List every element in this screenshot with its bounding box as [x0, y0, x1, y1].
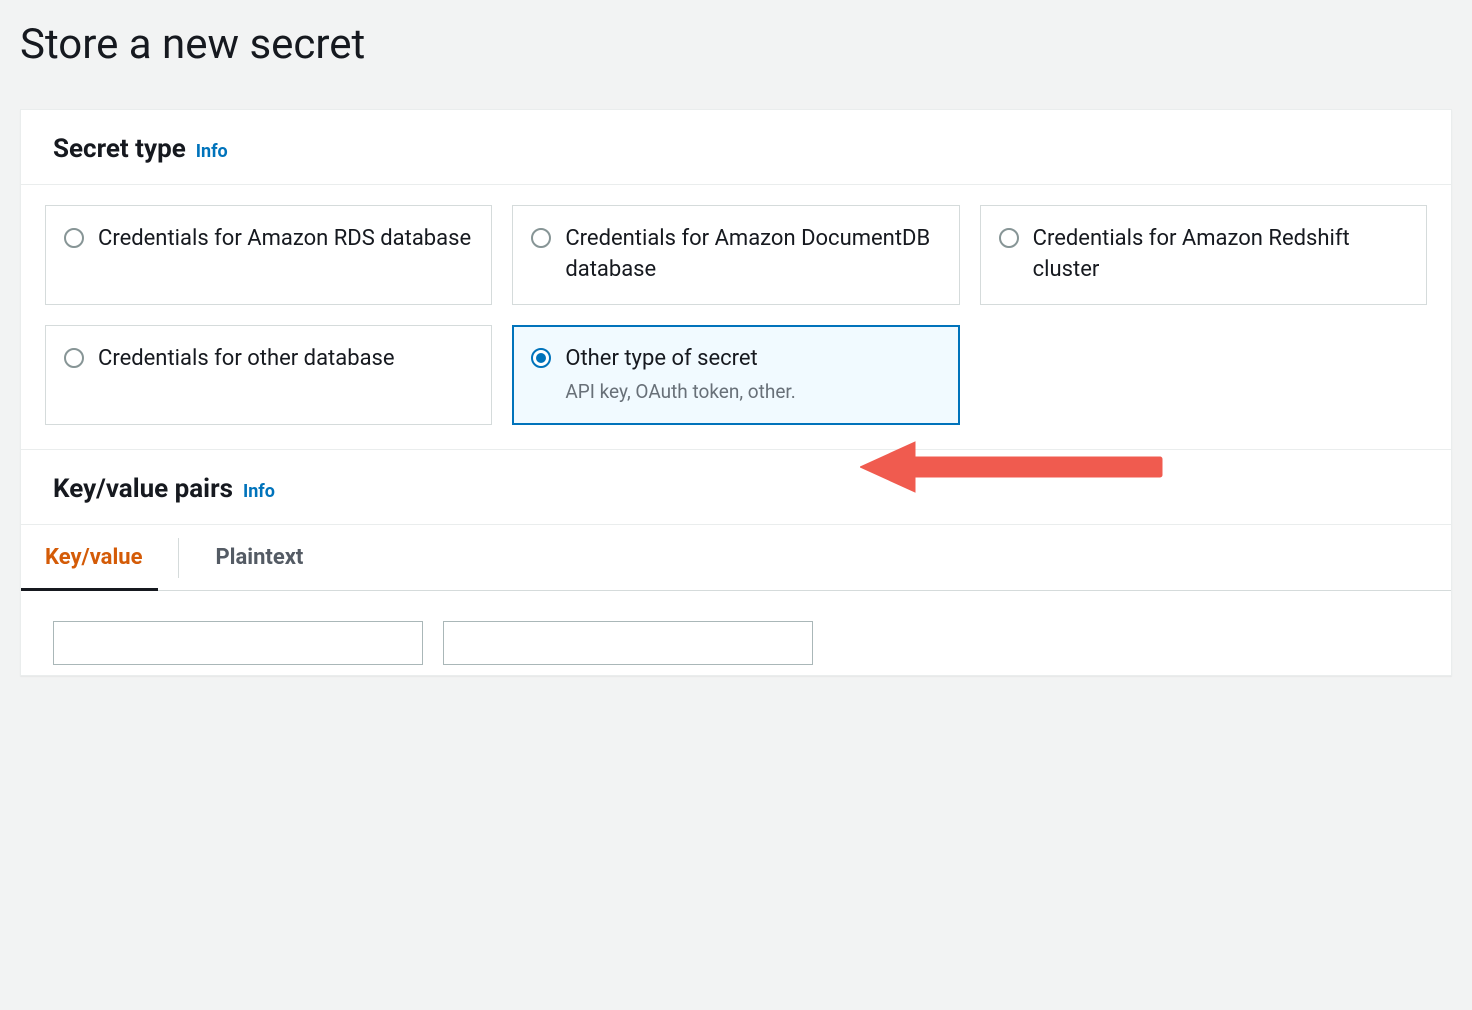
page-title: Store a new secret: [20, 20, 1452, 69]
secret-type-panel: Secret type Info Credentials for Amazon …: [20, 109, 1452, 450]
radio-icon: [999, 228, 1019, 248]
kv-title: Key/value pairs: [53, 474, 233, 504]
radio-icon: [531, 228, 551, 248]
option-redshift[interactable]: Credentials for Amazon Redshift cluster: [980, 205, 1427, 305]
option-label: Credentials for other database: [98, 344, 395, 375]
option-description: API key, OAuth token, other.: [565, 379, 795, 405]
tab-plaintext[interactable]: Plaintext: [215, 525, 339, 590]
secret-type-title: Secret type: [53, 134, 186, 164]
radio-icon: [64, 228, 84, 248]
kv-info-link[interactable]: Info: [243, 481, 275, 502]
kv-inputs-row: [21, 591, 1451, 675]
option-other-secret[interactable]: Other type of secret API key, OAuth toke…: [512, 325, 959, 425]
kv-tabs: Key/value Plaintext: [21, 525, 1451, 591]
secret-type-header: Secret type Info: [21, 110, 1451, 185]
secret-type-body: Credentials for Amazon RDS database Cred…: [21, 185, 1451, 449]
kv-header: Key/value pairs Info: [21, 450, 1451, 525]
option-rds[interactable]: Credentials for Amazon RDS database: [45, 205, 492, 305]
option-documentdb[interactable]: Credentials for Amazon DocumentDB databa…: [512, 205, 959, 305]
secret-type-options: Credentials for Amazon RDS database Cred…: [45, 205, 1427, 425]
option-label: Other type of secret: [565, 344, 795, 375]
key-input[interactable]: [53, 621, 423, 665]
option-label: Credentials for Amazon DocumentDB databa…: [565, 224, 938, 286]
secret-type-info-link[interactable]: Info: [196, 141, 228, 162]
value-input[interactable]: [443, 621, 813, 665]
option-other-db[interactable]: Credentials for other database: [45, 325, 492, 425]
option-label: Credentials for Amazon Redshift cluster: [1033, 224, 1406, 286]
radio-icon: [64, 348, 84, 368]
kv-panel: Key/value pairs Info Key/value Plaintext: [20, 450, 1452, 676]
option-label: Credentials for Amazon RDS database: [98, 224, 471, 255]
radio-icon: [531, 348, 551, 368]
tab-key-value[interactable]: Key/value: [45, 525, 178, 590]
tab-divider: [178, 538, 179, 578]
